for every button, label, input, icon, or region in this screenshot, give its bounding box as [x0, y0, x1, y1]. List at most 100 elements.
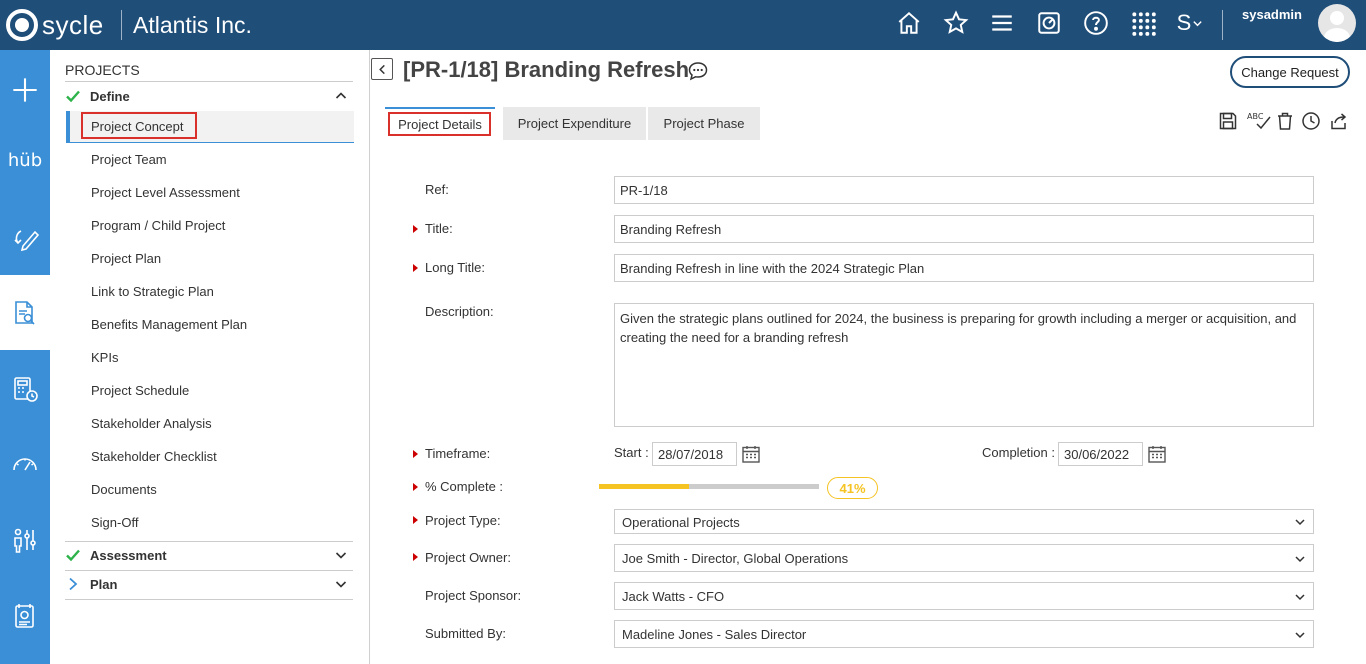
- chevron-down-icon[interactable]: [335, 578, 347, 590]
- project-type-select[interactable]: Operational Projects: [614, 509, 1314, 534]
- long-title-field[interactable]: Branding Refresh in line with the 2024 S…: [614, 254, 1314, 282]
- user-menu-icon[interactable]: S: [1174, 10, 1206, 36]
- required-marker: [413, 264, 418, 272]
- logo-text: sycle: [42, 9, 104, 40]
- page-title: [PR-1/18] Branding Refresh: [403, 57, 690, 82]
- calculator-clock-icon[interactable]: [0, 351, 50, 426]
- tab-label: Project Expenditure: [517, 116, 632, 131]
- spellcheck-icon[interactable]: ABC: [1246, 110, 1272, 132]
- sidebar-item-sign-off[interactable]: Sign-Off: [91, 515, 138, 530]
- form-panel-lower: Project Type: Operational Projects Proje…: [385, 500, 1349, 660]
- svg-text:ABC: ABC: [1247, 112, 1264, 121]
- comment-icon[interactable]: [688, 61, 708, 81]
- history-icon[interactable]: [1300, 110, 1322, 132]
- title-field[interactable]: Branding Refresh: [614, 215, 1314, 243]
- sidebar-item-project-plan[interactable]: Project Plan: [91, 251, 161, 266]
- avatar[interactable]: [1318, 4, 1356, 42]
- description-field[interactable]: Given the strategic plans outlined for 2…: [614, 303, 1314, 427]
- sidebar-item-documents[interactable]: Documents: [91, 482, 157, 497]
- people-settings-icon[interactable]: [0, 502, 50, 577]
- back-button[interactable]: [371, 58, 393, 80]
- chevron-down-icon: [1295, 594, 1305, 601]
- tab-project-expenditure[interactable]: Project Expenditure: [503, 107, 646, 140]
- report-icon[interactable]: [0, 578, 50, 653]
- sidebar-item-kpis[interactable]: KPIs: [91, 350, 118, 365]
- sidebar-item-project-concept[interactable]: Project Concept: [91, 119, 184, 134]
- gauge-icon[interactable]: [0, 426, 50, 501]
- delete-icon[interactable]: [1274, 110, 1296, 132]
- submitted-by-select[interactable]: Madeline Jones - Sales Director: [614, 620, 1314, 648]
- sidebar-item-project-team[interactable]: Project Team: [91, 152, 167, 167]
- chevron-down-icon: [1295, 519, 1305, 526]
- sidebar-item-stakeholder-analysis[interactable]: Stakeholder Analysis: [91, 416, 212, 431]
- username[interactable]: sysadmin: [1242, 7, 1302, 22]
- sidebar-item-benefits-management-plan[interactable]: Benefits Management Plan: [91, 317, 247, 332]
- chevron-down-icon: [1295, 632, 1305, 639]
- chevron-left-icon: [378, 64, 385, 74]
- chevron-right-icon: [69, 577, 78, 591]
- start-label: Start :: [614, 445, 649, 460]
- sidebar-item-project-level-assessment[interactable]: Project Level Assessment: [91, 185, 240, 200]
- user-initial: S: [1176, 10, 1192, 35]
- description-label: Description:: [425, 304, 494, 319]
- project-sponsor-select[interactable]: Jack Watts - CFO: [614, 582, 1314, 610]
- home-icon[interactable]: [896, 10, 922, 36]
- calendar-icon[interactable]: [741, 444, 761, 464]
- chevron-down-icon[interactable]: [335, 549, 347, 561]
- section-label: Assessment: [90, 547, 167, 563]
- project-owner-select[interactable]: Joe Smith - Director, Global Operations: [614, 544, 1314, 572]
- divider: [65, 599, 353, 600]
- dashboard-icon[interactable]: [1036, 10, 1062, 36]
- progress-badge: 41%: [827, 477, 878, 499]
- section-plan[interactable]: Plan: [65, 571, 353, 597]
- chevron-down-icon: [1295, 556, 1305, 563]
- select-value: Madeline Jones - Sales Director: [622, 627, 807, 642]
- start-date-field[interactable]: 28/07/2018: [652, 442, 737, 466]
- apps-grid-icon[interactable]: [1130, 10, 1156, 36]
- check-icon: [66, 90, 80, 103]
- project-owner-label: Project Owner:: [425, 550, 511, 565]
- share-icon[interactable]: [1328, 110, 1350, 132]
- title-label: Title:: [425, 221, 453, 236]
- company-name: Atlantis Inc.: [133, 12, 252, 38]
- required-marker: [413, 450, 418, 458]
- section-assessment[interactable]: Assessment: [65, 542, 353, 568]
- change-request-button[interactable]: Change Request: [1230, 56, 1350, 88]
- top-bar: sycle Atlantis Inc. S sysadmin: [0, 0, 1366, 50]
- help-icon[interactable]: [1083, 10, 1109, 36]
- star-icon[interactable]: [943, 10, 969, 36]
- section-define[interactable]: Define: [65, 83, 353, 109]
- hub-icon[interactable]: hüb: [0, 123, 50, 198]
- logo[interactable]: sycle: [6, 8, 104, 42]
- calendar-icon[interactable]: [1147, 444, 1167, 464]
- required-marker: [413, 516, 418, 524]
- project-sidebar: PROJECTS Define Project Concept Project …: [50, 50, 370, 664]
- section-label: Define: [90, 88, 130, 104]
- sidebar-item-link-strategic-plan[interactable]: Link to Strategic Plan: [91, 284, 214, 299]
- active-tab-annotation: [388, 112, 491, 136]
- completion-date-field[interactable]: 30/06/2022: [1058, 442, 1143, 466]
- timeframe-label: Timeframe:: [425, 446, 491, 461]
- sidebar-item-project-schedule[interactable]: Project Schedule: [91, 383, 189, 398]
- menu-icon[interactable]: [989, 10, 1015, 36]
- ref-label: Ref:: [425, 182, 449, 197]
- check-icon: [66, 549, 80, 562]
- ref-field[interactable]: PR-1/18: [614, 176, 1314, 204]
- required-marker: [413, 225, 418, 233]
- project-type-label: Project Type:: [425, 513, 501, 528]
- sidebar-item-program-child-project[interactable]: Program / Child Project: [91, 218, 225, 233]
- select-value: Joe Smith - Director, Global Operations: [622, 551, 849, 566]
- header-divider: [1222, 10, 1223, 40]
- document-search-icon[interactable]: [0, 275, 50, 350]
- edit-cycle-icon[interactable]: [0, 200, 50, 275]
- tab-label: Project Phase: [663, 116, 745, 131]
- main-content: [PR-1/18] Branding Refresh Change Reques…: [370, 50, 1366, 664]
- progress-fill: [599, 484, 690, 489]
- tab-project-phase[interactable]: Project Phase: [648, 107, 760, 140]
- submitted-by-label: Submitted By:: [425, 626, 506, 641]
- save-icon[interactable]: [1217, 110, 1239, 132]
- add-icon[interactable]: [0, 52, 50, 127]
- chevron-up-icon[interactable]: [335, 90, 347, 102]
- sidebar-item-stakeholder-checklist[interactable]: Stakeholder Checklist: [91, 449, 217, 464]
- divider: [65, 81, 353, 82]
